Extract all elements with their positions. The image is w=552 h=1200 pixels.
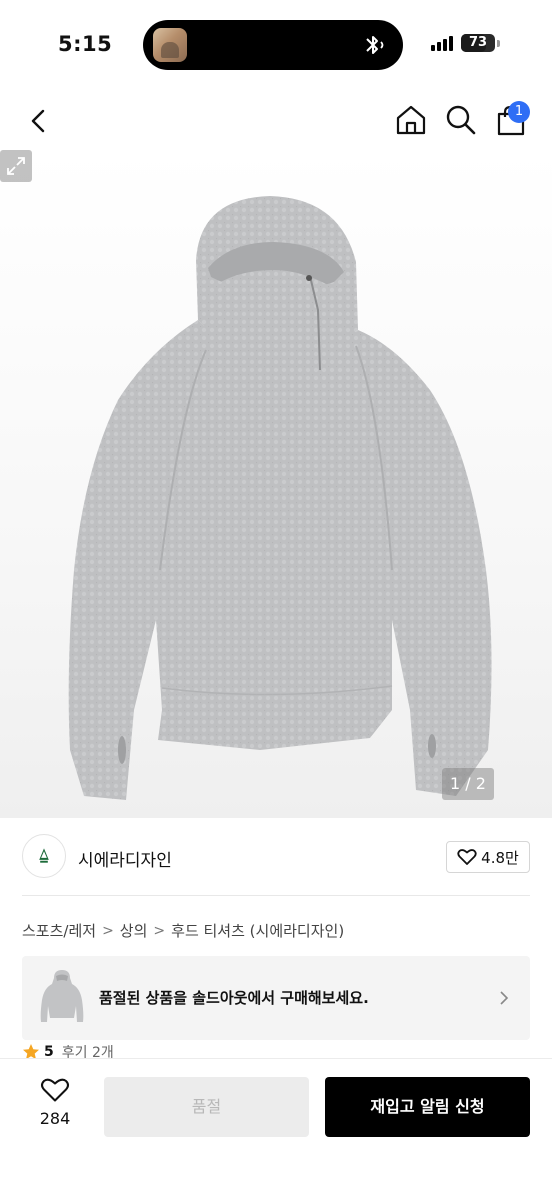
chevron-right-icon [500, 991, 509, 1005]
battery-cap [497, 39, 500, 47]
bluetooth-icon [366, 36, 384, 54]
brand-name[interactable]: 시에라디자인 [78, 846, 172, 871]
battery-icon: 73 [461, 34, 495, 52]
banner-product-thumbnail [36, 966, 88, 1030]
chevron-right-icon: > [102, 922, 114, 939]
status-bar: 5:15 73 [0, 0, 552, 90]
heart-icon [41, 1078, 69, 1102]
brand-like-count: 4.8만 [481, 848, 519, 867]
brand-logo [22, 834, 66, 878]
brand-like-button[interactable]: 4.8만 [446, 841, 530, 873]
brand-row[interactable]: 시에라디자인 4.8만 [22, 832, 530, 884]
cart-count-badge: 1 [508, 101, 530, 123]
banner-text: 품절된 상품을 솔드아웃에서 구매해보세요. [99, 989, 369, 1007]
restock-alert-button[interactable]: 재입고 알림 신청 [325, 1077, 530, 1137]
breadcrumb-item-hoodies[interactable]: 후드 티셔츠 (시에라디자인) [171, 920, 344, 941]
divider [22, 895, 530, 896]
bottom-action-bar: 284 품절 재입고 알림 신청 [0, 1058, 552, 1200]
dynamic-island[interactable] [143, 20, 403, 70]
top-nav [0, 95, 552, 147]
soldout-marketplace-banner[interactable]: 품절된 상품을 솔드아웃에서 구매해보세요. [22, 956, 530, 1040]
home-icon[interactable] [394, 103, 428, 137]
image-counter: 1 / 2 [442, 768, 494, 800]
search-icon[interactable] [444, 103, 478, 137]
wishlist-button[interactable]: 284 [30, 1077, 80, 1128]
wishlist-count: 284 [39, 1109, 71, 1128]
soldout-button[interactable]: 품절 [104, 1077, 309, 1137]
breadcrumb-item-sports[interactable]: 스포츠/레저 [22, 920, 96, 941]
product-image-hoodie [68, 196, 492, 800]
breadcrumb-item-tops[interactable]: 상의 [120, 920, 148, 941]
product-image-gallery[interactable]: 1 / 2 [0, 150, 552, 818]
heart-icon [457, 849, 477, 865]
status-time: 5:15 [58, 32, 113, 56]
breadcrumb: 스포츠/레저 > 상의 > 후드 티셔츠 (시에라디자인) [22, 920, 344, 941]
cellular-signal-icon [431, 35, 453, 51]
expand-icon[interactable] [0, 150, 32, 182]
status-indicators: 73 [431, 34, 500, 52]
now-playing-album-art [153, 28, 187, 62]
battery-level: 73 [468, 35, 488, 50]
chevron-left-icon[interactable] [22, 105, 54, 137]
chevron-right-icon: > [153, 922, 166, 939]
